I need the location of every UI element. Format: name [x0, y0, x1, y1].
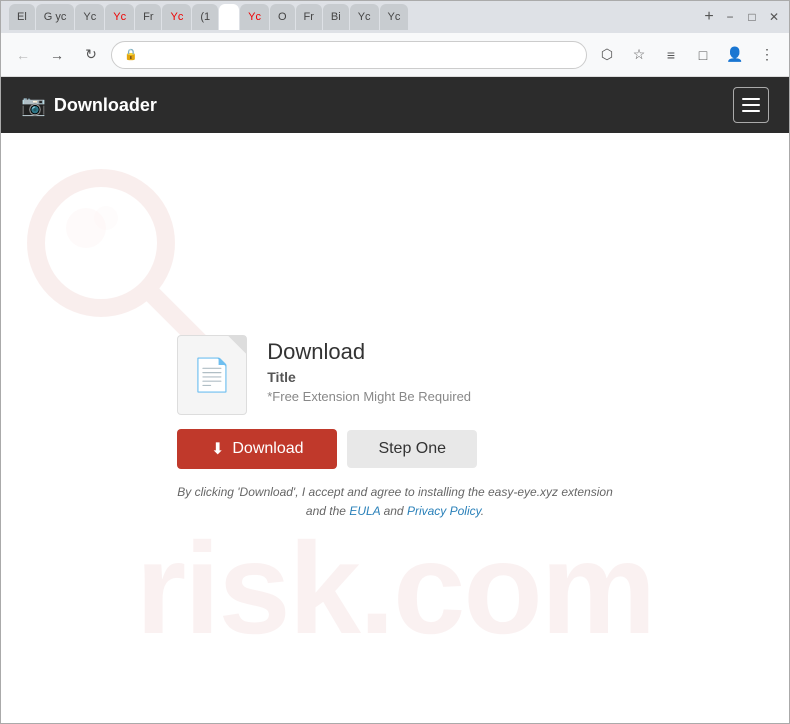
- browser-tab-active[interactable]: [219, 4, 239, 30]
- browser-tab-3[interactable]: Yc: [75, 4, 104, 30]
- browser-tab-14[interactable]: Yc: [380, 4, 409, 30]
- file-icon: 📄: [177, 335, 247, 415]
- file-icon-fold: [228, 336, 246, 354]
- browser-toolbar: ← → ↻ 🔒 ⬡ ☆ ≡ □ 👤 ⋮: [1, 33, 789, 77]
- download-button-label: Download: [232, 440, 303, 458]
- hamburger-button[interactable]: [733, 87, 769, 123]
- browser-tab-4[interactable]: Yc: [105, 4, 134, 30]
- browser-window: El G yc Yc Yc Fr Yc (1 Yc O Fr Bi Yc Yc …: [0, 0, 790, 724]
- new-tab-button[interactable]: +: [695, 4, 723, 30]
- download-icon: ⬇: [211, 439, 224, 459]
- bookmark-icon[interactable]: ☆: [625, 41, 653, 69]
- brand-name: Downloader: [54, 95, 157, 116]
- card-note: *Free Extension Might Be Required: [267, 389, 471, 404]
- profile-icon[interactable]: 👤: [721, 41, 749, 69]
- address-bar[interactable]: 🔒: [111, 41, 587, 69]
- forward-button[interactable]: →: [43, 41, 71, 69]
- back-button[interactable]: ←: [9, 41, 37, 69]
- reload-button[interactable]: ↻: [77, 41, 105, 69]
- toolbar-right: ⬡ ☆ ≡ □ 👤 ⋮: [593, 41, 781, 69]
- title-bar: El G yc Yc Yc Fr Yc (1 Yc O Fr Bi Yc Yc …: [1, 1, 789, 33]
- reading-list-icon[interactable]: ≡: [657, 41, 685, 69]
- hamburger-line-3: [742, 110, 760, 112]
- browser-tab-12[interactable]: Bi: [323, 4, 349, 30]
- disclaimer-period: .: [481, 504, 484, 518]
- tab-strip-area: El G yc Yc Yc Fr Yc (1 Yc O Fr Bi Yc Yc …: [9, 4, 723, 30]
- browser-tab-9[interactable]: Yc: [240, 4, 269, 30]
- card-info: Download Title *Free Extension Might Be …: [267, 335, 471, 404]
- cast-icon[interactable]: ⬡: [593, 41, 621, 69]
- hamburger-line-2: [742, 104, 760, 106]
- hamburger-line-1: [742, 98, 760, 100]
- camera-icon: 📷: [21, 93, 46, 118]
- app-navbar: 📷 Downloader: [1, 77, 789, 133]
- browser-tab-10[interactable]: O: [270, 4, 295, 30]
- card-buttons: ⬇ Download Step One: [177, 429, 477, 469]
- card-title: Download: [267, 339, 471, 365]
- browser-tab-6[interactable]: Yc: [162, 4, 191, 30]
- browser-tab-2[interactable]: G yc: [36, 4, 75, 30]
- disclaimer-and2: and: [384, 504, 404, 518]
- privacy-policy-link[interactable]: Privacy Policy: [407, 504, 481, 518]
- card-subtitle: Title: [267, 369, 471, 385]
- tab-strip: El G yc Yc Yc Fr Yc (1 Yc O Fr Bi Yc Yc: [9, 4, 691, 30]
- window-controls: − □ ✕: [723, 10, 781, 24]
- browser-tab-11[interactable]: Fr: [296, 4, 322, 30]
- extensions-icon[interactable]: □: [689, 41, 717, 69]
- card-top: 📄 Download Title *Free Extension Might B…: [177, 335, 471, 415]
- disclaimer-text: By clicking 'Download', I accept and agr…: [177, 485, 613, 499]
- close-button[interactable]: ✕: [767, 10, 781, 24]
- browser-tab-5[interactable]: Fr: [135, 4, 161, 30]
- card-disclaimer: By clicking 'Download', I accept and agr…: [177, 483, 613, 521]
- browser-tab-13[interactable]: Yc: [350, 4, 379, 30]
- eula-link[interactable]: EULA: [349, 504, 380, 518]
- app-brand: 📷 Downloader: [21, 93, 157, 118]
- download-button[interactable]: ⬇ Download: [177, 429, 337, 469]
- browser-tab-1[interactable]: El: [9, 4, 35, 30]
- maximize-button[interactable]: □: [745, 10, 759, 24]
- browser-tab-7[interactable]: (1: [192, 4, 218, 30]
- minimize-button[interactable]: −: [723, 10, 737, 24]
- app-content: risk.com 📄 Download Title *Free Extensio…: [1, 133, 789, 723]
- document-icon: 📄: [192, 356, 232, 394]
- lock-icon: 🔒: [124, 48, 138, 61]
- step-one-button[interactable]: Step One: [347, 430, 477, 468]
- download-card: 📄 Download Title *Free Extension Might B…: [157, 315, 633, 541]
- menu-icon[interactable]: ⋮: [753, 41, 781, 69]
- disclaimer-and-text: and the: [306, 504, 346, 518]
- step-one-label: Step One: [378, 440, 446, 457]
